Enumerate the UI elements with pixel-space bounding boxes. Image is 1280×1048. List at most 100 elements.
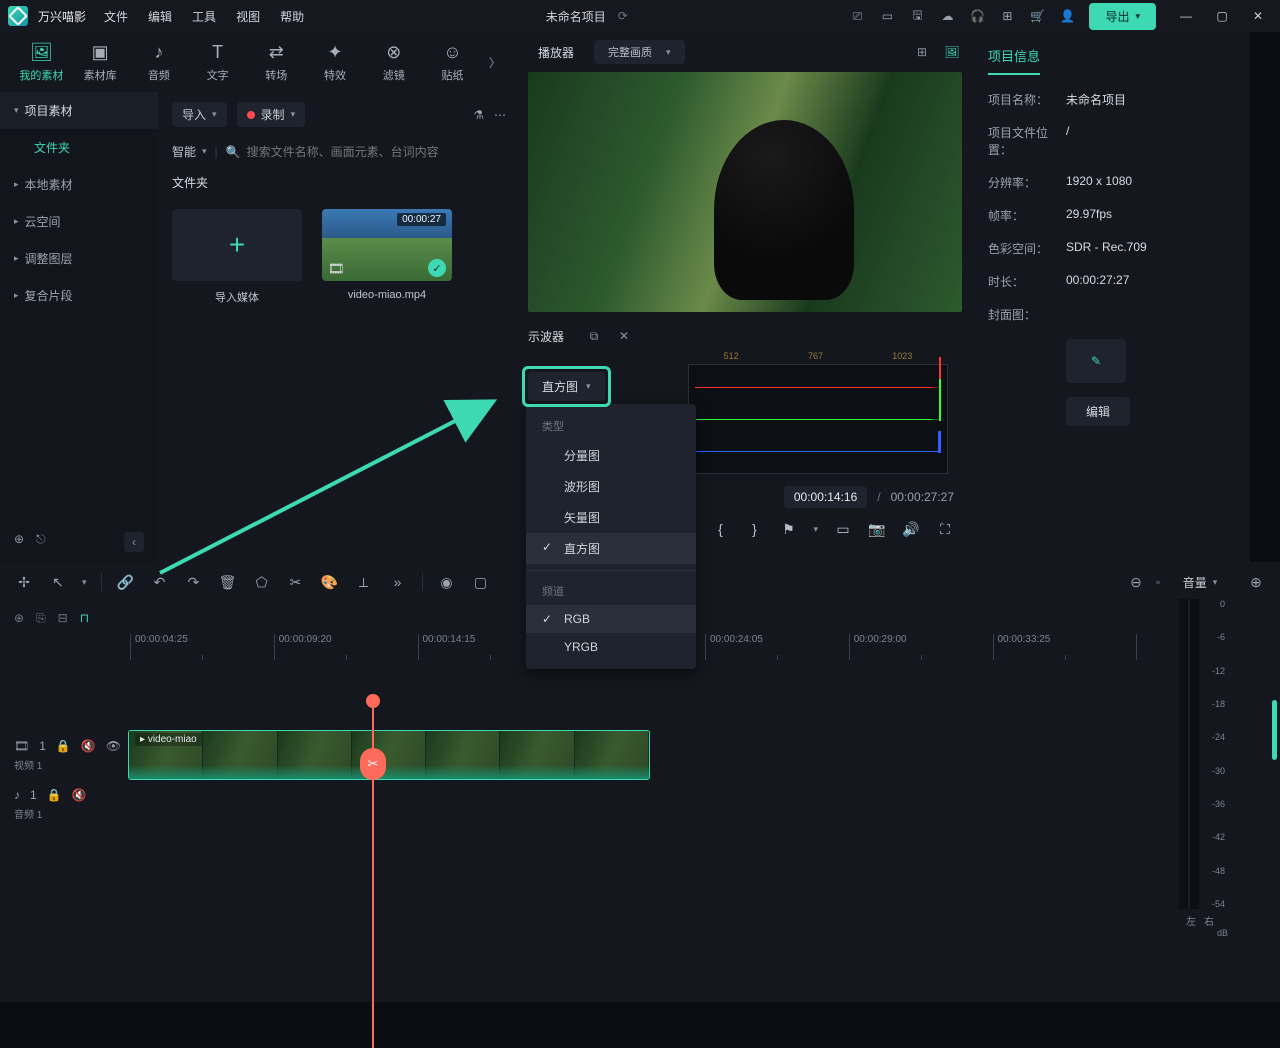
brace-open-icon[interactable]: { — [711, 520, 729, 538]
scissors-icon[interactable]: ✂ — [360, 748, 386, 780]
target-icon[interactable]: ✢ — [14, 572, 34, 592]
tab-stock[interactable]: ▣ 素材库 — [75, 34, 126, 90]
magnet-icon[interactable]: ⊓ — [80, 611, 89, 625]
sidebar-cloud[interactable]: ▸ 云空间 — [0, 203, 158, 240]
headphone-icon[interactable]: 🎧 — [969, 8, 985, 24]
tab-transition[interactable]: ⇄ 转场 — [251, 34, 302, 90]
brace-close-icon[interactable]: } — [745, 520, 763, 538]
tab-effects[interactable]: ✦ 特效 — [310, 34, 361, 90]
preview-viewport[interactable] — [528, 72, 962, 312]
import-media-tile[interactable]: + 导入媒体 — [172, 209, 302, 305]
delete-icon[interactable]: 🗑 — [218, 572, 238, 592]
crop-icon[interactable]: ⟂ — [354, 572, 374, 592]
chevron-down-icon[interactable]: ▾ — [813, 524, 818, 535]
tab-audio[interactable]: ♪ 音频 — [133, 34, 184, 90]
playhead[interactable]: ✂ — [372, 702, 374, 1048]
popout-icon[interactable]: ⧉ — [584, 326, 604, 346]
save-icon[interactable]: 🖫 — [909, 8, 925, 24]
zoom-in-icon[interactable]: ⊕ — [1246, 572, 1266, 592]
link-icon[interactable]: 🔗 — [116, 572, 136, 592]
scope-option-histogram[interactable]: 直方图 — [526, 533, 696, 564]
new-folder-icon[interactable]: ⊕ — [14, 532, 24, 552]
close-scope-icon[interactable]: ✕ — [614, 326, 634, 346]
lock-icon[interactable]: 🔒 — [47, 788, 62, 802]
display-icon[interactable]: ▭ — [834, 520, 852, 538]
sidebar-project-assets[interactable]: ▾ 项目素材 — [0, 92, 158, 129]
timeline-ruler[interactable]: 00:00:04:25 00:00:09:20 00:00:14:15 00:0… — [130, 634, 1280, 660]
tab-my-media[interactable]: 🖼 我的素材 — [16, 34, 67, 90]
chevron-down-icon[interactable]: ▾ — [1213, 577, 1218, 588]
device-icon[interactable]: ⎚ — [849, 8, 865, 24]
collapse-sidebar-button[interactable]: ‹ — [124, 532, 144, 552]
marker-icon[interactable]: ⚑ — [779, 520, 797, 538]
maximize-button[interactable]: ▢ — [1208, 4, 1236, 28]
sidebar-folder[interactable]: 文件夹 — [0, 129, 158, 166]
edit-button[interactable]: 编辑 — [1066, 397, 1130, 426]
scope-option-waveform[interactable]: 波形图 — [526, 471, 696, 502]
image-view-icon[interactable]: 🖼 — [942, 42, 962, 62]
record-dropdown[interactable]: 录制 ▾ — [237, 102, 306, 127]
mute-icon[interactable]: 🔇 — [72, 788, 87, 802]
sidebar-local[interactable]: ▸ 本地素材 — [0, 166, 158, 203]
apps-icon[interactable]: ⊞ — [999, 8, 1015, 24]
import-dropdown[interactable]: 导入 ▾ — [172, 102, 227, 127]
sync-icon[interactable]: ⟳ — [618, 9, 628, 23]
scope-option-vectorscope[interactable]: 矢量图 — [526, 502, 696, 533]
smart-dropdown[interactable]: 智能 ▾ — [172, 143, 207, 160]
tag-icon[interactable]: ⬠ — [252, 572, 272, 592]
palette-icon[interactable]: 🎨 — [320, 572, 340, 592]
link-track-icon[interactable]: ⎘ — [36, 611, 46, 626]
lock-icon[interactable]: 🔒 — [56, 739, 71, 753]
video-clip[interactable]: video-miao — [128, 730, 650, 780]
grid-view-icon[interactable]: ⊞ — [912, 42, 932, 62]
scrollbar-thumb[interactable] — [1272, 700, 1277, 760]
menu-edit[interactable]: 编辑 — [148, 8, 172, 25]
scope-option-parade[interactable]: 分量图 — [526, 440, 696, 471]
channel-option-rgb[interactable]: RGB — [526, 605, 696, 633]
volume-icon[interactable]: 🔊 — [902, 520, 920, 538]
cart-icon[interactable]: 🛒 — [1029, 8, 1045, 24]
redo-icon[interactable]: ↷ — [184, 572, 204, 592]
menu-view[interactable]: 视图 — [236, 8, 260, 25]
mute-icon[interactable]: 🔇 — [81, 739, 96, 753]
channel-option-yrgb[interactable]: YRGB — [526, 633, 696, 661]
sidebar-compound[interactable]: ▸ 复合片段 — [0, 277, 158, 314]
more-icon[interactable]: ⋯ — [494, 108, 506, 122]
box-icon[interactable]: ▢ — [471, 572, 491, 592]
undo-icon[interactable]: ↶ — [150, 572, 170, 592]
monitor-icon[interactable]: ▭ — [879, 8, 895, 24]
tabs-scroll-right[interactable]: 〉 — [486, 54, 504, 71]
minimize-button[interactable]: — — [1172, 4, 1200, 28]
quality-dropdown[interactable]: 完整画质 ▾ — [594, 40, 685, 64]
user-icon[interactable]: 👤 — [1059, 8, 1075, 24]
snapshot-icon[interactable]: 📷 — [868, 520, 886, 538]
close-button[interactable]: ✕ — [1244, 4, 1272, 28]
media-clip-tile[interactable]: 00:00:27 🎞 ✓ video-miao.mp4 — [322, 209, 452, 305]
folder-out-icon[interactable]: ⎋ — [36, 532, 46, 552]
cursor-icon[interactable]: ↖ — [48, 572, 68, 592]
tab-text[interactable]: T 文字 — [192, 34, 243, 90]
add-track-icon[interactable]: ⊕ — [14, 611, 24, 625]
track-opt-icon[interactable]: ⊟ — [58, 611, 68, 625]
more-icon[interactable]: » — [388, 572, 408, 592]
export-button[interactable]: 导出 ▾ — [1089, 3, 1156, 30]
aim-icon[interactable]: ◉ — [437, 572, 457, 592]
cover-image-button[interactable]: ✎ — [1066, 339, 1126, 383]
cloud-icon[interactable]: ☁ — [939, 8, 955, 24]
search-input[interactable] — [247, 145, 506, 159]
menu-file[interactable]: 文件 — [104, 8, 128, 25]
histogram-dropdown[interactable]: 直方图 ▾ — [528, 372, 605, 401]
cut-icon[interactable]: ✂ — [286, 572, 306, 592]
sidebar-adjustment[interactable]: ▸ 调整图层 — [0, 240, 158, 277]
menu-help[interactable]: 帮助 — [280, 8, 304, 25]
chevron-down-icon[interactable]: ▾ — [82, 577, 87, 588]
zoom-out-icon[interactable]: ⊖ — [1126, 572, 1146, 592]
menu-tools[interactable]: 工具 — [192, 8, 216, 25]
fullscreen-icon[interactable]: ⛶ — [936, 520, 954, 538]
filter-icon[interactable]: ⚗ — [473, 108, 484, 122]
media-tabs: 🖼 我的素材 ▣ 素材库 ♪ 音频 T 文字 ⇄ 转场 ✦ 特效 — [0, 32, 520, 92]
tab-stickers[interactable]: ☺ 贴纸 — [427, 34, 478, 90]
current-time[interactable]: 00:00:14:16 — [784, 486, 867, 508]
tab-filters[interactable]: ⊗ 滤镜 — [368, 34, 419, 90]
eye-icon[interactable]: 👁 — [106, 739, 121, 753]
